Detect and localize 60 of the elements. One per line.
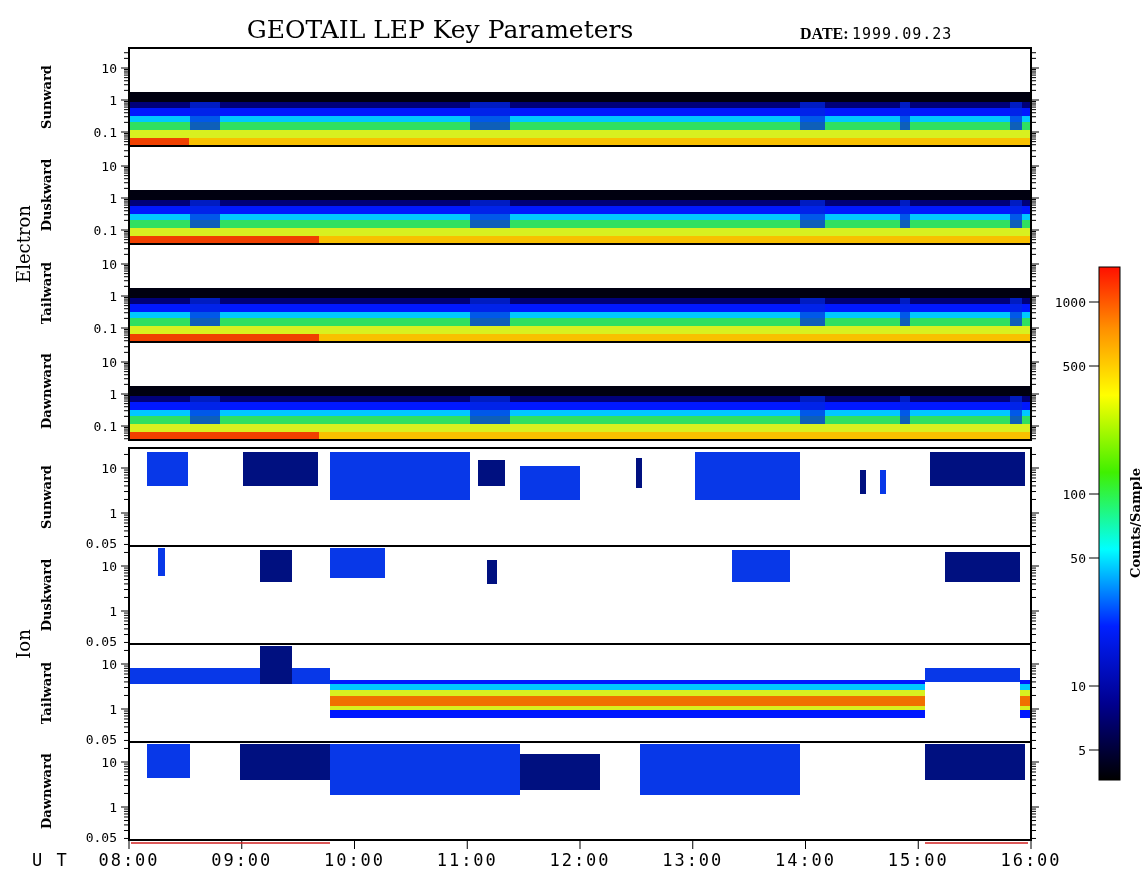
panel-label: Tailward bbox=[39, 261, 54, 325]
group-label: Ion bbox=[13, 629, 34, 659]
color-scale-tick bbox=[1088, 493, 1100, 495]
y-tick-label: 1 bbox=[109, 93, 117, 108]
x-tick-label: 15:00 bbox=[887, 850, 949, 870]
y-tick-label: 10 bbox=[101, 355, 117, 370]
y-tick-label: 0.05 bbox=[85, 634, 117, 649]
color-scale-tick bbox=[1088, 301, 1100, 303]
y-tick-label: 1 bbox=[109, 191, 117, 206]
y-tick-label: 10 bbox=[101, 461, 117, 476]
color-scale-tick-label: 50 bbox=[1070, 551, 1086, 566]
y-tick-label: 0.1 bbox=[93, 321, 117, 336]
x-tick-label: 16:00 bbox=[1000, 850, 1062, 870]
x-tick-label: 14:00 bbox=[774, 850, 837, 870]
color-scale-tick-label: 500 bbox=[1062, 359, 1086, 374]
y-tick-label: 1 bbox=[109, 604, 117, 619]
panel-label: Sunward bbox=[39, 465, 54, 529]
panel-label: Duskward bbox=[39, 158, 54, 232]
panel-label: Dawnward bbox=[39, 753, 54, 829]
color-scale-tick-label: 10 bbox=[1070, 679, 1086, 694]
y-tick-label: 1 bbox=[109, 800, 117, 815]
color-scale-tick bbox=[1088, 365, 1100, 367]
x-tick-label: 09:00 bbox=[211, 850, 273, 870]
color-scale-tick bbox=[1088, 749, 1100, 751]
color-scale-tick-label: 5 bbox=[1078, 743, 1086, 758]
y-tick-label: 0.05 bbox=[85, 830, 117, 845]
date-label: DATE: bbox=[800, 25, 849, 42]
y-tick-label: 10 bbox=[101, 657, 117, 672]
y-tick-label: 0.05 bbox=[85, 536, 117, 551]
y-tick-label: 10 bbox=[101, 257, 117, 272]
panel-label: Dawnward bbox=[39, 353, 54, 429]
panel-label: Sunward bbox=[39, 65, 54, 129]
y-tick-label: 0.1 bbox=[93, 419, 117, 434]
x-tick-label: 13:00 bbox=[662, 850, 724, 870]
y-tick-label: 0.1 bbox=[93, 125, 117, 140]
color-scale-label: Counts/Sample bbox=[1128, 468, 1142, 578]
color-scale-tick bbox=[1088, 685, 1100, 687]
color-scale-tick-label: 100 bbox=[1062, 487, 1086, 502]
x-tick-label: 12:00 bbox=[549, 850, 611, 870]
chart-title: GEOTAIL LEP Key Parameters bbox=[246, 15, 634, 44]
date-value: 1999.09.23 bbox=[852, 25, 953, 43]
x-axis-label: U T bbox=[32, 850, 69, 870]
y-tick-label: 10 bbox=[101, 559, 117, 574]
y-tick-label: 1 bbox=[109, 289, 117, 304]
x-tick-label: 11:00 bbox=[436, 850, 498, 870]
y-tick-label: 10 bbox=[101, 159, 117, 174]
panel-label: Duskward bbox=[39, 558, 54, 632]
y-tick-label: 1 bbox=[109, 506, 117, 521]
color-scale-tick bbox=[1088, 557, 1100, 559]
group-label: Electron bbox=[13, 205, 34, 283]
y-tick-label: 10 bbox=[101, 61, 117, 76]
x-tick-label: 08:00 bbox=[98, 850, 160, 870]
x-tick-label: 10:00 bbox=[323, 850, 386, 870]
y-tick-label: 0.1 bbox=[93, 223, 117, 238]
y-tick-label: 10 bbox=[101, 755, 117, 770]
y-tick-label: 0.05 bbox=[85, 732, 117, 747]
y-tick-label: 1 bbox=[109, 387, 117, 402]
panel-label: Tailward bbox=[39, 661, 54, 725]
color-scale-tick-label: 1000 bbox=[1054, 295, 1086, 310]
y-tick-label: 1 bbox=[109, 702, 117, 717]
